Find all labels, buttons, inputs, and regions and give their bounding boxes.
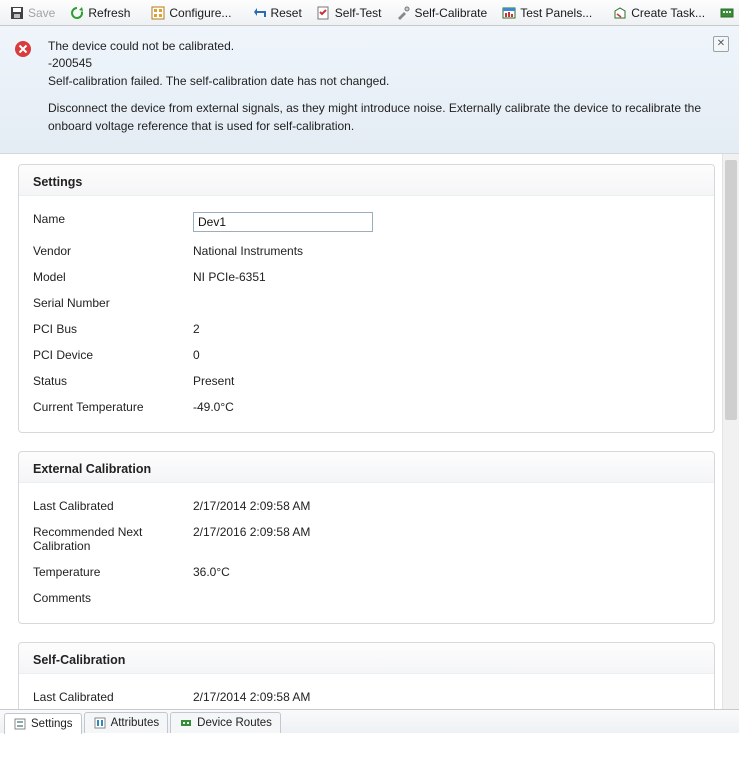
refresh-button[interactable]: Refresh <box>63 2 136 24</box>
refresh-icon <box>69 5 85 21</box>
toolbar-label: Configure... <box>169 6 231 20</box>
row-last-calibrated: Last Calibrated 2/17/2014 2:09:58 AM <box>33 493 700 519</box>
settings-panel: Settings Name Vendor National Instrument… <box>18 164 715 433</box>
value: 2 <box>193 322 700 336</box>
external-calibration-panel: External Calibration Last Calibrated 2/1… <box>18 451 715 624</box>
row-serial: Serial Number <box>33 290 700 316</box>
toolbar-label: Self-Calibrate <box>414 6 487 20</box>
value: -49.0°C <box>193 400 700 414</box>
toolbar-label: Test Panels... <box>520 6 592 20</box>
label: PCI Bus <box>33 322 193 336</box>
vertical-scrollbar[interactable] <box>722 154 739 709</box>
settings-tab-icon <box>13 717 27 731</box>
row-vendor: Vendor National Instruments <box>33 238 700 264</box>
row-ext-temp: Temperature 36.0°C <box>33 559 700 585</box>
value: 2/17/2014 2:09:58 AM <box>193 499 700 513</box>
panel-header: Settings <box>19 165 714 196</box>
bottom-tabs: Settings Attributes Device Routes <box>0 709 739 733</box>
panel-header: Self-Calibration <box>19 643 714 674</box>
self-test-icon <box>316 5 332 21</box>
device-routes-tab-icon <box>179 716 193 730</box>
value: 2/17/2014 2:09:58 AM <box>193 690 700 704</box>
row-pci-bus: PCI Bus 2 <box>33 316 700 342</box>
toolbar-label: Refresh <box>88 6 130 20</box>
device-name-input[interactable] <box>193 212 373 232</box>
save-button[interactable]: Save <box>3 2 61 24</box>
create-task-icon <box>612 5 628 21</box>
device-icon <box>719 5 735 21</box>
self-test-button[interactable]: Self-Test <box>310 2 388 24</box>
close-error-button[interactable]: ✕ <box>713 36 729 52</box>
attributes-tab-icon <box>93 716 107 730</box>
self-calibrate-icon <box>395 5 411 21</box>
row-current-temp: Current Temperature -49.0°C <box>33 394 700 420</box>
tab-attributes[interactable]: Attributes <box>84 712 169 733</box>
toolbar-label: Reset <box>270 6 301 20</box>
panel-header: External Calibration <box>19 452 714 483</box>
value: Present <box>193 374 700 388</box>
self-calibration-panel: Self-Calibration Last Calibrated 2/17/20… <box>18 642 715 709</box>
error-banner: ✕ The device could not be calibrated. -2… <box>0 26 739 154</box>
dev-button[interactable]: Dev <box>713 2 739 24</box>
save-icon <box>9 5 25 21</box>
tab-label: Attributes <box>111 717 160 729</box>
self-calibrate-button[interactable]: Self-Calibrate <box>389 2 493 24</box>
error-icon <box>14 40 32 58</box>
label: PCI Device <box>33 348 193 362</box>
toolbar-label: Create Task... <box>631 6 705 20</box>
label: Current Temperature <box>33 400 193 414</box>
error-line2: Self-calibration failed. The self-calibr… <box>48 73 703 90</box>
label: Comments <box>33 591 193 605</box>
tab-device-routes[interactable]: Device Routes <box>170 712 281 733</box>
error-line1: The device could not be calibrated. <box>48 38 703 55</box>
label: Vendor <box>33 244 193 258</box>
tab-label: Device Routes <box>197 717 272 729</box>
toolbar-label: Self-Test <box>335 6 382 20</box>
reset-icon <box>251 5 267 21</box>
row-comments: Comments <box>33 585 700 611</box>
label: Model <box>33 270 193 284</box>
toolbar-label: Save <box>28 6 55 20</box>
row-model: Model NI PCIe-6351 <box>33 264 700 290</box>
test-panels-icon <box>501 5 517 21</box>
error-line3: Disconnect the device from external sign… <box>48 100 703 135</box>
close-icon: ✕ <box>717 37 725 52</box>
toolbar: Save Refresh Configure... Reset Self-Tes… <box>0 0 739 26</box>
label: Serial Number <box>33 296 193 310</box>
label: Recommended Next Calibration <box>33 525 193 553</box>
content-area: Settings Name Vendor National Instrument… <box>0 154 739 709</box>
create-task-button[interactable]: Create Task... <box>606 2 711 24</box>
row-status: Status Present <box>33 368 700 394</box>
error-code: -200545 <box>48 55 703 72</box>
test-panels-button[interactable]: Test Panels... <box>495 2 598 24</box>
configure-button[interactable]: Configure... <box>144 2 237 24</box>
scroll-thumb[interactable] <box>725 160 737 420</box>
label: Name <box>33 212 193 226</box>
row-name: Name <box>33 206 700 238</box>
value: NI PCIe-6351 <box>193 270 700 284</box>
row-next-calibration: Recommended Next Calibration 2/17/2016 2… <box>33 519 700 559</box>
label: Last Calibrated <box>33 690 193 704</box>
label: Status <box>33 374 193 388</box>
tab-settings[interactable]: Settings <box>4 713 82 734</box>
label: Last Calibrated <box>33 499 193 513</box>
label: Temperature <box>33 565 193 579</box>
configure-icon <box>150 5 166 21</box>
value: National Instruments <box>193 244 700 258</box>
reset-button[interactable]: Reset <box>245 2 307 24</box>
value: 0 <box>193 348 700 362</box>
value: 2/17/2016 2:09:58 AM <box>193 525 700 539</box>
tab-label: Settings <box>31 718 73 730</box>
row-pci-device: PCI Device 0 <box>33 342 700 368</box>
value: 36.0°C <box>193 565 700 579</box>
row-self-last: Last Calibrated 2/17/2014 2:09:58 AM <box>33 684 700 709</box>
